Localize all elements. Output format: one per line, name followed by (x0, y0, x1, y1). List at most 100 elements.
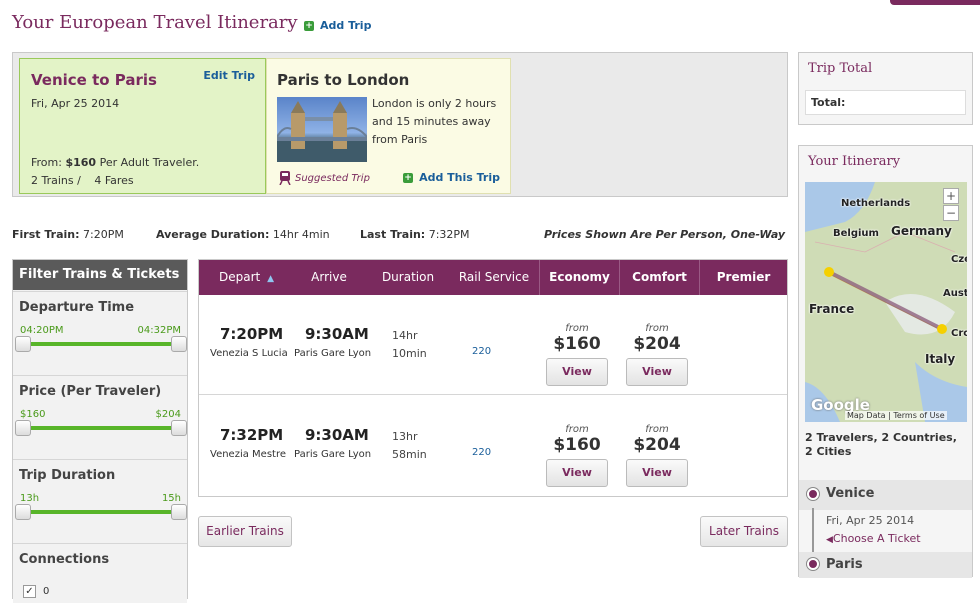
filter-connections: Connections ✓ 0 (13, 543, 187, 603)
total-label: Total: (805, 90, 966, 115)
arrive-station: Paris Gare Lyon (294, 449, 372, 460)
terms-of-use-link[interactable]: Terms of Use (893, 411, 944, 420)
comfort-price: from $204 (633, 424, 681, 455)
col-economy[interactable]: Economy (539, 260, 619, 295)
prices-note: Prices Shown Are Per Person, One-Way (544, 228, 786, 241)
col-duration[interactable]: Duration (374, 260, 442, 295)
trains-count: 2 Trains / (31, 174, 81, 187)
earlier-trains-button[interactable]: Earlier Trains (198, 516, 292, 547)
trip-title: Paris to London (277, 71, 410, 89)
map-attribution: Map Data | Terms of Use (845, 411, 947, 420)
filter-trip-duration: Trip Duration 13h 15h (13, 459, 187, 543)
range-min: 13h (20, 493, 40, 504)
economy-view-button[interactable]: View (546, 459, 608, 487)
results-table: Depart ▲ Arrive Duration Rail Service Ec… (198, 259, 788, 497)
map-label-italy: Italy (925, 352, 956, 366)
last-train-stat: Last Train: 7:32PM (360, 228, 470, 241)
left-arrow-icon: ◀ (826, 535, 833, 545)
top-account-tab[interactable] (890, 0, 980, 5)
itinerary-stop-paris: Paris (799, 552, 972, 578)
add-this-label: Add This Trip (419, 171, 500, 184)
add-this-trip-link[interactable]: + Add This Trip (403, 171, 500, 184)
arrive-station: Paris Gare Lyon (294, 348, 372, 359)
map-label-belgium: Belgium (833, 228, 879, 239)
stop-marker-icon (807, 488, 819, 500)
stop-name: Paris (826, 557, 863, 572)
itinerary-title: Your Itinerary (808, 154, 901, 169)
edit-trip-link[interactable]: Edit Trip (203, 69, 255, 82)
comfort-view-button[interactable]: View (626, 459, 688, 487)
map-zoom-out-button[interactable]: − (943, 205, 959, 221)
train-row[interactable]: 7:32PM Venezia Mestre 9:30AM Paris Gare … (199, 396, 787, 496)
depart-station: Venezia S Lucia (210, 348, 288, 359)
filter-price: Price (Per Traveler) $160 $204 (13, 375, 187, 459)
comfort-view-button[interactable]: View (626, 358, 688, 386)
economy-price: from $160 (553, 424, 601, 455)
duration-slider[interactable] (15, 504, 187, 520)
sort-ascending-icon: ▲ (267, 274, 274, 284)
results-header: Depart ▲ Arrive Duration Rail Service Ec… (199, 260, 787, 295)
map-zoom-in-button[interactable]: + (943, 188, 959, 204)
rail-service-link[interactable]: 220 (472, 346, 491, 357)
range-max: 15h (161, 493, 181, 504)
range-min: 04:20PM (20, 325, 64, 336)
slider-min-handle[interactable] (15, 420, 31, 436)
slider-max-handle[interactable] (171, 504, 187, 520)
map-label-czech: Cze (951, 254, 967, 265)
fares-count: 4 Fares (94, 174, 134, 187)
map-label-france: France (809, 302, 855, 316)
trip-total-box: Trip Total Total: (798, 52, 973, 125)
trip-date: Fri, Apr 25 2014 (31, 97, 120, 110)
route-map[interactable]: Netherlands Belgium Germany Cze France A… (805, 182, 967, 422)
from-price: $160 (65, 156, 97, 169)
col-comfort[interactable]: Comfort (619, 260, 699, 295)
depart-time: 7:20PM (220, 325, 284, 343)
range-min: $160 (20, 409, 46, 420)
duration: 13hr 58min (392, 430, 427, 461)
col-depart-label: Depart (219, 270, 261, 284)
depart-station: Venezia Mestre (210, 449, 286, 460)
later-trains-button[interactable]: Later Trains (700, 516, 788, 547)
trip-total-title: Trip Total (808, 61, 873, 76)
suggested-trip-label: Suggested Trip (279, 171, 370, 185)
trip-card-venice-paris[interactable]: Venice to Paris Edit Trip Fri, Apr 25 20… (19, 58, 266, 194)
filter-title: Trip Duration (19, 468, 116, 483)
col-arrive[interactable]: Arrive (294, 260, 364, 295)
rail-service-link[interactable]: 220 (472, 447, 491, 458)
comfort-price: from $204 (633, 323, 681, 354)
col-rail-service[interactable]: Rail Service (449, 260, 539, 295)
itinerary-summary: 2 Travelers, 2 Countries, 2 Cities (805, 431, 957, 458)
map-label-croatia: Cro (951, 328, 967, 339)
slider-min-handle[interactable] (15, 336, 31, 352)
choose-ticket-link[interactable]: ◀Choose A Ticket (826, 532, 921, 545)
arrive-time: 9:30AM (305, 325, 369, 343)
rail-track-icon (812, 508, 814, 558)
stop-marker-icon (807, 558, 819, 570)
plus-icon: + (304, 20, 314, 31)
filter-title: Price (Per Traveler) (19, 384, 162, 399)
slider-max-handle[interactable] (171, 336, 187, 352)
train-icon (279, 171, 291, 185)
train-row[interactable]: 7:20PM Venezia S Lucia 9:30AM Paris Gare… (199, 295, 787, 395)
range-max: $204 (155, 409, 181, 420)
price-slider[interactable] (15, 420, 187, 436)
col-depart[interactable]: Depart ▲ (199, 260, 294, 295)
col-premier[interactable]: Premier (699, 260, 787, 295)
slider-max-handle[interactable] (171, 420, 187, 436)
trip-card-paris-london[interactable]: Paris to London London is only 2 hours a… (266, 58, 511, 194)
economy-view-button[interactable]: View (546, 358, 608, 386)
filter-title: Departure Time (19, 300, 135, 315)
first-train-stat: First Train: 7:20PM (12, 228, 124, 241)
from-suffix: Per Adult Traveler. (99, 156, 200, 169)
map-data-link[interactable]: Map Data (847, 411, 886, 420)
plus-icon: + (403, 172, 414, 183)
add-trip-link[interactable]: + Add Trip (304, 19, 371, 32)
stop-date: Fri, Apr 25 2014 (826, 514, 915, 527)
slider-min-handle[interactable] (15, 504, 31, 520)
departure-slider[interactable] (15, 336, 187, 352)
filter-heading: Filter Trains & Tickets (13, 260, 187, 290)
arrive-time: 9:30AM (305, 426, 369, 444)
map-label-netherlands: Netherlands (841, 198, 911, 209)
trip-from-price: From: $160 Per Adult Traveler. (31, 156, 199, 169)
economy-price: from $160 (553, 323, 601, 354)
